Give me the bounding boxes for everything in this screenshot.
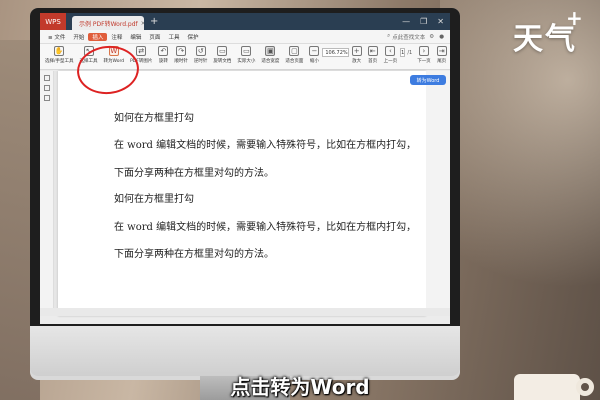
fit-page-label: 适合页面 bbox=[285, 59, 304, 64]
doc-paragraph-line: 在 word 编辑文档的时候，需要输入特殊符号，比如在方框内打勾， bbox=[114, 222, 417, 233]
rotate-counterclockwise-label: 逆时针 bbox=[193, 59, 208, 64]
file-menu[interactable]: ≡ 文件 bbox=[44, 33, 69, 41]
video-subtitle: 点击转为Word bbox=[230, 375, 370, 399]
left-sidebar bbox=[40, 71, 54, 316]
hand-tool-label: 选择/手型工具 bbox=[45, 59, 74, 64]
image-convert-icon: ⇄ bbox=[136, 46, 147, 56]
menu-item-tools[interactable]: 工具 bbox=[164, 33, 183, 41]
zoom-in-icon: + bbox=[351, 46, 362, 56]
chevron-right-icon: › bbox=[418, 46, 429, 56]
menu-item-edit[interactable]: 编辑 bbox=[126, 33, 145, 41]
document-area: 如何在方框里打勾 在 word 编辑文档的时候，需要输入特殊符号，比如在方框内打… bbox=[40, 71, 450, 316]
background-light bbox=[440, 0, 600, 400]
title-bar: WPS 示例 PDF转Word.pdf × + — ❐ ✕ bbox=[40, 13, 450, 30]
wps-menu-button[interactable]: WPS bbox=[40, 13, 66, 30]
first-page-button[interactable]: ⇤ 首页 bbox=[365, 46, 381, 64]
annotation-list-icon[interactable] bbox=[43, 95, 50, 101]
chevron-left-icon: ‹ bbox=[385, 46, 396, 56]
actual-size-icon: ▭ bbox=[241, 46, 252, 56]
last-page-icon: ⇥ bbox=[436, 46, 447, 56]
zoom-in-label: 放大 bbox=[352, 59, 362, 64]
prev-page-label: 上一页 bbox=[383, 59, 398, 64]
rotate-clockwise-button[interactable]: ↷ 顺时针 bbox=[171, 46, 191, 64]
hand-icon: ✋ bbox=[54, 46, 65, 56]
window-controls: — ❐ ✕ bbox=[402, 17, 450, 26]
hand-tool-button[interactable]: ✋ 选择/手型工具 bbox=[42, 46, 77, 64]
thumbnail-icon[interactable] bbox=[43, 75, 50, 81]
doc-heading: 如何在方框里打勾 bbox=[114, 113, 194, 124]
rotate-clockwise-icon: ↷ bbox=[176, 46, 187, 56]
last-page-button[interactable]: ⇥ 尾页 bbox=[434, 46, 450, 64]
menu-item-insert[interactable]: 插入 bbox=[88, 32, 108, 41]
maximize-icon[interactable]: ❐ bbox=[420, 17, 427, 26]
document-icon: ▭ bbox=[217, 46, 228, 56]
menu-icons: ⚙ ● bbox=[429, 34, 450, 40]
document-tab[interactable]: 示例 PDF转Word.pdf × bbox=[72, 16, 144, 30]
rotate-document-button[interactable]: ▭ 旋转文档 bbox=[210, 46, 234, 64]
actual-size-button[interactable]: ▭ 实际大小 bbox=[234, 46, 258, 64]
minimize-icon[interactable]: — bbox=[402, 17, 410, 26]
next-page-label: 下一页 bbox=[417, 59, 431, 64]
rotate-counterclockwise-button[interactable]: ↺ 逆时针 bbox=[191, 46, 211, 64]
rotate-button[interactable]: ↶ 旋转 bbox=[155, 46, 171, 64]
watermark-plus: + bbox=[566, 6, 583, 30]
last-page-label: 尾页 bbox=[437, 59, 447, 64]
doc-paragraph-line: 下面分享两种在方框里对勾的方法。 bbox=[114, 249, 274, 260]
zoom-in-button[interactable]: + 放大 bbox=[349, 46, 365, 64]
zoom-level-input[interactable]: 106.72% bbox=[322, 48, 349, 57]
actual-size-label: 实际大小 bbox=[237, 59, 256, 64]
doc-heading: 如何在方框里打勾 bbox=[114, 194, 194, 205]
menu-item-annotate[interactable]: 注释 bbox=[107, 33, 126, 41]
close-tab-icon[interactable]: × bbox=[141, 20, 144, 27]
next-page-button[interactable]: › 下一页 bbox=[414, 46, 434, 64]
first-page-icon: ⇤ bbox=[367, 46, 378, 56]
search-icon: ⌕ bbox=[387, 33, 391, 39]
close-window-icon[interactable]: ✕ bbox=[437, 17, 444, 26]
fit-page-button[interactable]: ▢ 适合页面 bbox=[282, 46, 306, 64]
fit-width-icon: ▣ bbox=[265, 46, 276, 56]
search-box[interactable]: ⌕ 点此查找文本 bbox=[387, 33, 429, 41]
menu-bar: ≡ 文件 开始 插入 注释 编辑 页面 工具 保护 ⌕ 点此查找文本 ⚙ ● bbox=[40, 30, 450, 44]
document-tab-title: 示例 PDF转Word.pdf bbox=[79, 20, 138, 28]
prev-page-button[interactable]: ‹ 上一页 bbox=[381, 46, 401, 64]
fit-width-button[interactable]: ▣ 适合宽度 bbox=[258, 46, 282, 64]
zoom-out-label: 缩小 bbox=[309, 59, 319, 64]
new-tab-icon[interactable]: + bbox=[150, 16, 158, 27]
document-page: 如何在方框里打勾 在 word 编辑文档的时候，需要输入特殊符号，比如在方框内打… bbox=[58, 71, 426, 316]
search-placeholder: 点此查找文本 bbox=[392, 34, 426, 41]
settings-icon[interactable]: ⚙ bbox=[429, 34, 434, 40]
monitor-chin bbox=[30, 326, 460, 376]
menu-item-home[interactable]: 开始 bbox=[69, 33, 88, 41]
rotate-label: 旋转 bbox=[158, 59, 168, 64]
menu-item-page[interactable]: 页面 bbox=[145, 33, 164, 41]
rotate-icon: ↶ bbox=[158, 46, 169, 56]
rotate-counterclockwise-icon: ↺ bbox=[195, 46, 206, 56]
bookmark-icon[interactable] bbox=[43, 85, 50, 91]
page-total: /1 bbox=[407, 50, 413, 56]
fit-width-label: 适合宽度 bbox=[261, 59, 280, 64]
rotate-document-label: 旋转文档 bbox=[213, 59, 232, 64]
rotate-clockwise-label: 顺时针 bbox=[174, 59, 188, 64]
menu-item-protect[interactable]: 保护 bbox=[183, 33, 202, 41]
user-avatar-icon[interactable]: ● bbox=[439, 34, 444, 40]
to-word-floating-button[interactable]: 转为Word bbox=[410, 75, 446, 85]
right-sidebar bbox=[426, 71, 450, 316]
status-bar bbox=[40, 308, 450, 316]
doc-paragraph-line: 在 word 编辑文档的时候，需要输入特殊符号，比如在方框内打勾， bbox=[114, 140, 417, 151]
fit-page-icon: ▢ bbox=[289, 46, 300, 56]
zoom-out-icon: − bbox=[309, 46, 320, 56]
first-page-label: 首页 bbox=[368, 59, 378, 64]
doc-paragraph-line: 下面分享两种在方框里对勾的方法。 bbox=[114, 168, 274, 179]
zoom-out-button[interactable]: − 缩小 bbox=[306, 46, 322, 64]
